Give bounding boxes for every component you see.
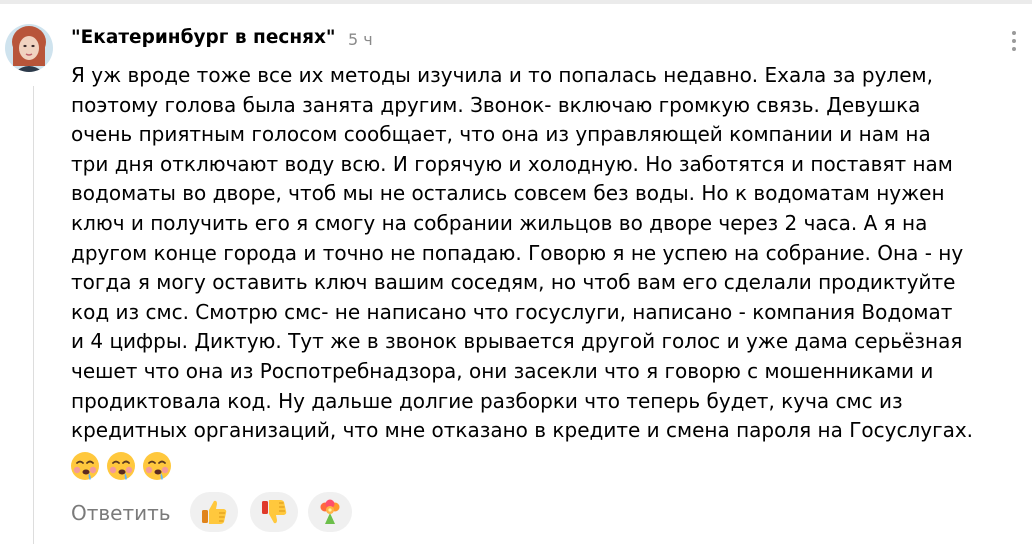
thumbs-up-icon	[202, 500, 227, 524]
comment-text-line: ключ и получить его я смогу на собрании …	[71, 210, 928, 235]
reply-button[interactable]: Ответить	[71, 501, 171, 525]
flower-reaction-button[interactable]	[308, 492, 352, 532]
comment-text-line: чешет что она из Роспотребнадзора, они з…	[71, 358, 934, 383]
face-with-spiral-eyes-emoji	[107, 452, 135, 480]
thumbs-down-icon	[262, 500, 287, 524]
comment-text-line: водоматы во дворе, чтоб мы не остались с…	[71, 181, 945, 206]
face-with-spiral-eyes-emoji	[143, 452, 171, 480]
like-button[interactable]	[190, 492, 238, 532]
more-options-icon[interactable]	[1002, 28, 1026, 54]
comment-text-line: и 4 цифры. Диктую. Тут же в звонок врыва…	[71, 329, 963, 354]
author-name[interactable]: "Екатеринбург в песнях"	[71, 27, 336, 48]
comment-text: Я уж вроде тоже все их методы изучила и …	[71, 61, 1026, 446]
dislike-button[interactable]	[250, 492, 298, 532]
comment-text-line: Я уж вроде тоже все их методы изучила и …	[71, 63, 933, 87]
comment-text-line: код из смс. Смотрю смс- не написано что …	[71, 299, 953, 324]
face-with-spiral-eyes-emoji	[71, 452, 99, 480]
comment-text-line: тогда я могу оставить ключ вашим соседям…	[71, 270, 956, 295]
emoji-row	[70, 451, 172, 481]
comment-text-line: три дня отключают воду всю. И горячую и …	[71, 151, 953, 176]
comment-text-line: поэтому голова была занята другим. Звоно…	[71, 92, 921, 117]
flower-bouquet-icon	[320, 499, 340, 524]
comment-text-line: продиктовала код. Ну дальше долгие разбо…	[71, 388, 903, 413]
comment-text-line: кредитных организаций, что мне отказано …	[71, 418, 974, 443]
comment-timestamp: 5 ч	[348, 30, 373, 49]
thread-line	[33, 86, 34, 544]
top-divider	[0, 0, 1032, 4]
comment-text-line: другом конце города и точно не попадаю. …	[71, 240, 964, 265]
avatar[interactable]	[5, 24, 53, 72]
comment-text-line: очень приятным голосом сообщает, что она…	[71, 122, 931, 147]
